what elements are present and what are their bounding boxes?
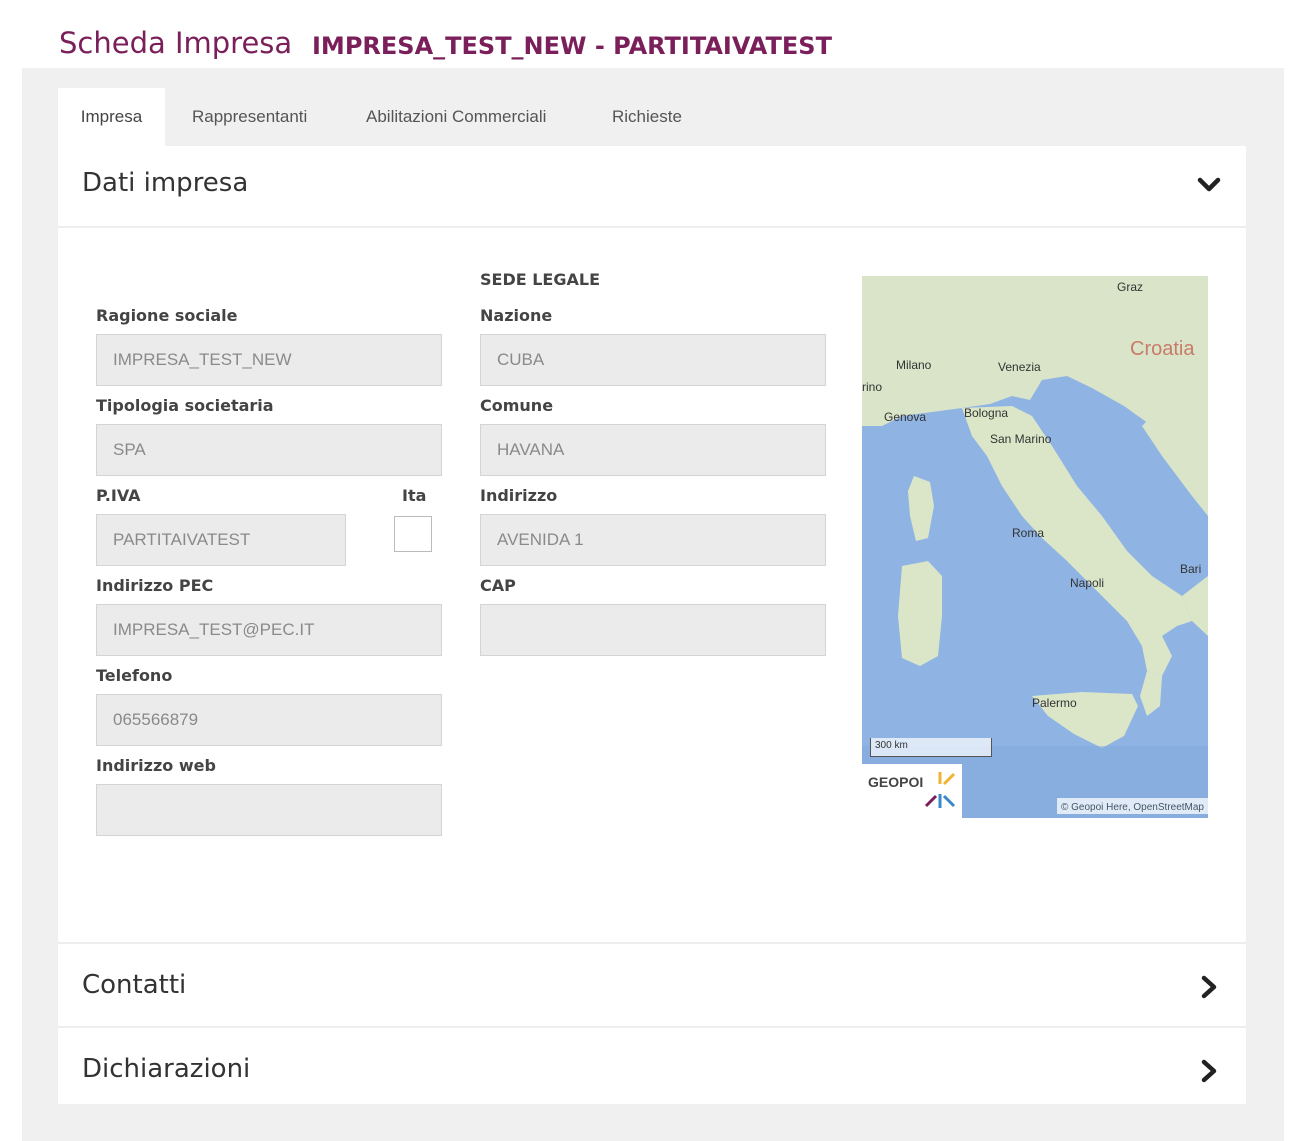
- map-label-bari: Bari: [1180, 562, 1202, 576]
- accordion-title: Contatti: [82, 970, 187, 1000]
- map-label-genova: Genova: [884, 410, 927, 424]
- telefono-field[interactable]: 065566879: [96, 694, 442, 746]
- chevron-right-icon: [1201, 1059, 1217, 1083]
- accordion-title: Dati impresa: [82, 168, 249, 198]
- cap-label: CAP: [480, 576, 516, 595]
- indirizzo-pec-field[interactable]: IMPRESA_TEST@PEC.IT: [96, 604, 442, 656]
- map-label-graz: Graz: [1117, 280, 1144, 294]
- sede-legale-heading: SEDE LEGALE: [480, 270, 600, 289]
- tab-rappresentanti[interactable]: Rappresentanti: [192, 88, 307, 146]
- nazione-label: Nazione: [480, 306, 553, 325]
- geopoi-logo: GEOPOI: [862, 764, 962, 818]
- divider: [58, 226, 1246, 228]
- map-label-venezia: Venezia: [998, 360, 1041, 374]
- tab-abilitazioni-commerciali[interactable]: Abilitazioni Commerciali: [366, 88, 546, 146]
- ragione-sociale-label: Ragione sociale: [96, 306, 238, 325]
- map-label-torino: rino: [862, 380, 883, 394]
- indirizzo-web-label: Indirizzo web: [96, 756, 216, 775]
- map-label-palermo: Palermo: [1032, 696, 1077, 710]
- chevron-down-icon: [1197, 177, 1221, 192]
- tipologia-societaria-label: Tipologia societaria: [96, 396, 274, 415]
- page-subtitle: IMPRESA_TEST_NEW - PARTITAIVATEST: [312, 32, 832, 60]
- page-title: Scheda Impresa: [59, 26, 293, 60]
- indirizzo-label: Indirizzo: [480, 486, 558, 505]
- map-label-croatia: Croatia: [1130, 338, 1195, 360]
- comune-field[interactable]: HAVANA: [480, 424, 826, 476]
- indirizzo-pec-label: Indirizzo PEC: [96, 576, 214, 595]
- tab-richieste[interactable]: Richieste: [612, 88, 682, 146]
- nazione-field[interactable]: CUBA: [480, 334, 826, 386]
- accordion-title: Dichiarazioni: [82, 1054, 251, 1084]
- geopoi-logo-mark: [924, 772, 956, 808]
- map-scale-bar: 300 km: [870, 738, 992, 757]
- ragione-sociale-field[interactable]: IMPRESA_TEST_NEW: [96, 334, 442, 386]
- map-attribution-text: © Geopoi Here, OpenStreetMap: [1061, 802, 1204, 813]
- indirizzo-field[interactable]: AVENIDA 1: [480, 514, 826, 566]
- tab-impresa[interactable]: Impresa: [58, 88, 165, 146]
- map-label-napoli: Napoli: [1070, 576, 1105, 590]
- map-label-san-marino: San Marino: [990, 432, 1052, 446]
- accordion-dati-impresa[interactable]: Dati impresa: [58, 146, 1246, 226]
- map-attribution: © Geopoi Here, OpenStreetMap: [1057, 798, 1208, 814]
- chevron-right-icon: [1201, 975, 1217, 999]
- ita-label: Ita: [402, 486, 427, 505]
- page-container: Scheda Impresa IMPRESA_TEST_NEW - PARTIT…: [22, 10, 1284, 1141]
- accordion-contatti[interactable]: Contatti: [58, 944, 1246, 1024]
- map-label-milano: Milano: [896, 358, 932, 372]
- map-scale-label: 300 km: [875, 740, 908, 751]
- location-map[interactable]: Graz Croatia Milano Venezia rino Genova …: [862, 276, 1208, 818]
- piva-field[interactable]: PARTITAIVATEST: [96, 514, 346, 566]
- ita-checkbox[interactable]: [394, 516, 432, 552]
- comune-label: Comune: [480, 396, 554, 415]
- cap-field[interactable]: [480, 604, 826, 656]
- indirizzo-web-field[interactable]: [96, 784, 442, 836]
- title-bar: Scheda Impresa IMPRESA_TEST_NEW - PARTIT…: [22, 10, 1284, 68]
- map-label-bologna: Bologna: [964, 406, 1009, 420]
- map-label-roma: Roma: [1012, 526, 1045, 540]
- accordion-dichiarazioni[interactable]: Dichiarazioni: [58, 1028, 1246, 1104]
- telefono-label: Telefono: [96, 666, 173, 685]
- geopoi-logo-text: GEOPOI: [868, 774, 924, 790]
- piva-label: P.IVA: [96, 486, 141, 505]
- tab-panel-impresa: Dati impresa Ragione sociale IMPRESA_TES…: [58, 146, 1246, 1104]
- tipologia-societaria-field[interactable]: SPA: [96, 424, 442, 476]
